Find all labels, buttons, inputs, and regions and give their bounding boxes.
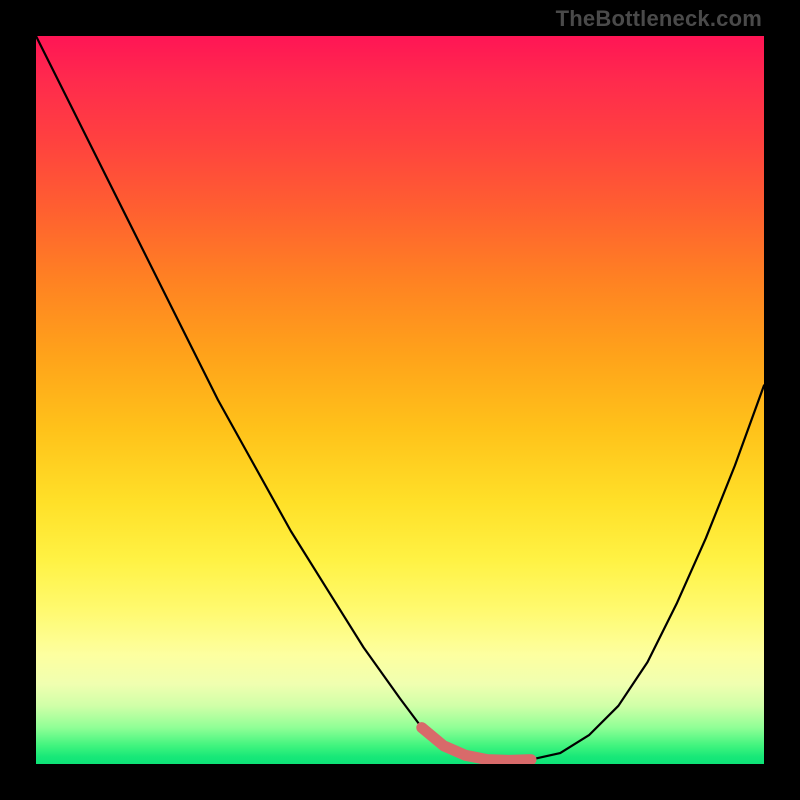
chart-frame: TheBottleneck.com: [0, 0, 800, 800]
brand-watermark: TheBottleneck.com: [556, 6, 762, 32]
optimal-range-highlight: [422, 728, 531, 761]
plot-area: [36, 36, 764, 764]
curve-svg: [36, 36, 764, 764]
bottleneck-curve: [36, 36, 764, 760]
